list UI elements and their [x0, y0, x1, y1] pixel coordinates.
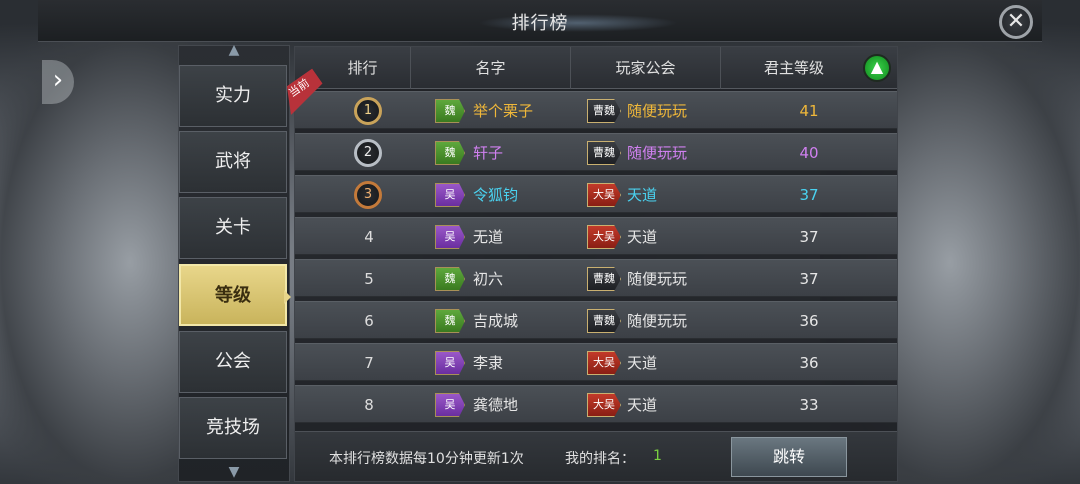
faction-badge-icon: 吴: [435, 225, 465, 249]
faction-badge-icon: 吴: [435, 183, 465, 207]
ranking-panel: 排行 名字 玩家公会 君主等级 ▲ 当前 1 魏举个栗子 曹魏 随便玩玩 41 2 魏轩子 曹魏…: [294, 46, 898, 482]
faction-badge-icon: 魏: [435, 99, 465, 123]
update-note: 本排行榜数据每10分钟更新1次: [329, 451, 524, 467]
table-header: 排行 名字 玩家公会 君主等级 ▲: [295, 47, 897, 89]
lord-level: 37: [799, 186, 819, 204]
table-row[interactable]: 当前 1 魏举个栗子 曹魏 随便玩玩 41: [295, 91, 897, 129]
lord-level: 33: [799, 396, 819, 414]
table-row[interactable]: 6 魏吉成城 曹魏 随便玩玩 36: [295, 301, 897, 339]
guild-badge-icon: 大吴: [587, 225, 621, 249]
player-name[interactable]: 轩子: [473, 134, 583, 172]
table-row[interactable]: 2 魏轩子 曹魏 随便玩玩 40: [295, 133, 897, 171]
guild-badge-icon: 大吴: [587, 351, 621, 375]
my-rank-value: 1: [653, 448, 662, 464]
lord-level: 37: [799, 228, 819, 246]
scroll-down-icon[interactable]: ▼: [224, 464, 244, 480]
tab-stages[interactable]: 关卡: [179, 197, 287, 259]
rank-medal-icon: 3: [354, 181, 382, 209]
header-guild: 玩家公会: [571, 47, 721, 89]
tab-label: 关卡: [215, 217, 251, 238]
lord-level: 41: [799, 102, 819, 120]
footer: 本排行榜数据每10分钟更新1次 我的排名： 1 跳转: [295, 431, 897, 481]
category-tabs: ▲ 实力 武将 关卡 等级 公会 竞技场 ▼: [178, 42, 290, 482]
guild-badge-icon: 大吴: [587, 183, 621, 207]
my-rank-label: 我的排名：: [565, 451, 635, 467]
tab-level[interactable]: 等级: [179, 264, 287, 326]
rank-number: 7: [364, 354, 374, 372]
rank-number: 5: [364, 270, 374, 288]
tab-generals[interactable]: 武将: [179, 131, 287, 193]
rank-number: 4: [364, 228, 374, 246]
table-row[interactable]: 4 吴无道 大吴 天道 37: [295, 217, 897, 255]
tab-guild[interactable]: 公会: [179, 331, 287, 393]
tab-arena[interactable]: 竞技场: [179, 397, 287, 459]
faction-badge-icon: 吴: [435, 351, 465, 375]
up-arrow-icon: ▲: [870, 57, 884, 76]
rank-number: 6: [364, 312, 374, 330]
tab-label: 武将: [215, 151, 251, 172]
guild-badge-icon: 大吴: [587, 393, 621, 417]
player-name[interactable]: 龚德地: [473, 386, 583, 424]
tab-label: 竞技场: [206, 417, 260, 438]
faction-badge-icon: 魏: [435, 141, 465, 165]
guild-badge-icon: 曹魏: [587, 309, 621, 333]
window-title: 排行榜: [511, 13, 569, 34]
close-button[interactable]: ✕: [999, 5, 1033, 39]
faction-badge-icon: 魏: [435, 309, 465, 333]
jump-button[interactable]: 跳转: [731, 437, 847, 477]
title-bar: 排行榜: [38, 0, 1042, 42]
guild-badge-icon: 曹魏: [587, 99, 621, 123]
table-row[interactable]: 5 魏初六 曹魏 随便玩玩 37: [295, 259, 897, 297]
header-level: 君主等级: [763, 59, 824, 77]
header-rank: 排行: [315, 47, 411, 89]
table-row[interactable]: 7 吴李隶 大吴 天道 36: [295, 343, 897, 381]
lord-level: 36: [799, 354, 819, 372]
player-name[interactable]: 令狐钧: [473, 176, 583, 214]
chevron-right-icon: ›: [52, 65, 64, 95]
tab-strength[interactable]: 实力: [179, 65, 287, 127]
faction-badge-icon: 魏: [435, 267, 465, 291]
header-name: 名字: [411, 47, 571, 89]
table-row[interactable]: 3 吴令狐钧 大吴 天道 37: [295, 175, 897, 213]
player-name[interactable]: 李隶: [473, 344, 583, 382]
tab-label: 等级: [215, 285, 251, 306]
player-name[interactable]: 无道: [473, 218, 583, 256]
faction-badge-icon: 吴: [435, 393, 465, 417]
rank-medal-icon: 2: [354, 139, 382, 167]
guild-badge-icon: 曹魏: [587, 141, 621, 165]
scroll-up-icon[interactable]: ▲: [224, 42, 244, 58]
active-tab-pointer: [284, 290, 291, 304]
lord-level: 40: [799, 144, 819, 162]
player-name[interactable]: 吉成城: [473, 302, 583, 340]
table-row[interactable]: 8 吴龚德地 大吴 天道 33: [295, 385, 897, 423]
scroll-top-button[interactable]: ▲: [863, 54, 891, 82]
rank-medal-icon: 1: [354, 97, 382, 125]
close-icon: ✕: [1006, 9, 1026, 34]
player-name[interactable]: 举个栗子: [473, 92, 583, 130]
lord-level: 37: [799, 270, 819, 288]
tab-label: 实力: [215, 85, 251, 106]
lord-level: 36: [799, 312, 819, 330]
tab-label: 公会: [215, 351, 251, 372]
rank-number: 8: [364, 396, 374, 414]
player-name[interactable]: 初六: [473, 260, 583, 298]
guild-badge-icon: 曹魏: [587, 267, 621, 291]
